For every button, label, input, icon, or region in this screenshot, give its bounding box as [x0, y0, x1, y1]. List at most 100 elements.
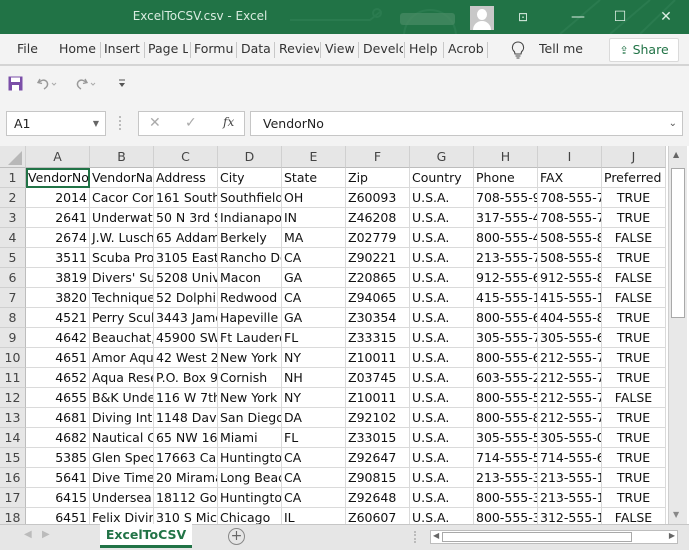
cell[interactable]: 2014 [26, 188, 90, 208]
row-header[interactable]: 17 [0, 488, 26, 508]
redo-icon[interactable] [75, 76, 97, 91]
row-header[interactable]: 11 [0, 368, 26, 388]
row-header[interactable]: 8 [0, 308, 26, 328]
cell[interactable]: Huntingto [218, 488, 282, 508]
cell[interactable]: Z46208 [346, 208, 410, 228]
cell[interactable]: 312-555-15 [538, 508, 602, 524]
cell[interactable]: 52 Dolphin [154, 288, 218, 308]
cell[interactable]: Divers' Su [90, 268, 154, 288]
cell[interactable]: 912-555-84 [538, 268, 602, 288]
cell[interactable]: TRUE [602, 308, 666, 328]
cell[interactable]: 5208 Unive [154, 268, 218, 288]
cell[interactable]: NY [282, 348, 346, 368]
cell[interactable]: Z92648 [346, 488, 410, 508]
cell[interactable]: 305-555-72 [474, 328, 538, 348]
cell[interactable]: 213-555-13 [538, 488, 602, 508]
cell[interactable]: 4655 [26, 388, 90, 408]
cell[interactable]: Southfield [218, 188, 282, 208]
cell[interactable]: Z90221 [346, 248, 410, 268]
cell[interactable]: VendorName [90, 168, 154, 188]
name-box[interactable]: A1 ▼ [6, 111, 106, 136]
cell[interactable]: Z92102 [346, 408, 410, 428]
cell[interactable]: 213-555-13 [538, 468, 602, 488]
cell[interactable]: 3105 East [154, 248, 218, 268]
cell[interactable]: TRUE [602, 208, 666, 228]
row-header[interactable]: 10 [0, 348, 26, 368]
vertical-scrollbar[interactable]: ▲ ▼ [668, 146, 687, 524]
cell[interactable]: 415-555-14 [474, 288, 538, 308]
cell[interactable]: Z03745 [346, 368, 410, 388]
cell[interactable]: U.S.A. [410, 228, 474, 248]
cell[interactable]: 3511 [26, 248, 90, 268]
cell[interactable]: U.S.A. [410, 408, 474, 428]
cell[interactable]: 305-555-02 [538, 428, 602, 448]
cell[interactable]: U.S.A. [410, 308, 474, 328]
tab-help[interactable]: Help [409, 34, 441, 64]
cell[interactable]: OH [282, 188, 346, 208]
cell[interactable]: Techniques [90, 288, 154, 308]
cell[interactable]: Indianapo [218, 208, 282, 228]
cell[interactable]: Cacor Corp [90, 188, 154, 208]
cell[interactable]: New York [218, 388, 282, 408]
cell[interactable]: Dive Time [90, 468, 154, 488]
cell[interactable]: Z92647 [346, 448, 410, 468]
cell[interactable]: U.S.A. [410, 508, 474, 524]
cell[interactable]: TRUE [602, 408, 666, 428]
cell[interactable]: 305-555-55 [474, 428, 538, 448]
cell[interactable]: 213-555-37 [474, 468, 538, 488]
cell[interactable]: 4652 [26, 368, 90, 388]
cell[interactable]: 404-555-82 [538, 308, 602, 328]
cancel-icon[interactable]: ✕ [149, 115, 161, 131]
cell[interactable]: 6415 [26, 488, 90, 508]
cell[interactable]: 2674 [26, 228, 90, 248]
next-sheet-icon[interactable]: ▶ [42, 529, 50, 540]
cell[interactable]: Diving Inte [90, 408, 154, 428]
scroll-right-icon[interactable]: ▶ [669, 531, 675, 540]
cell[interactable]: 212-555-72 [538, 348, 602, 368]
cell[interactable]: 3443 Jame [154, 308, 218, 328]
cell[interactable]: FALSE [602, 288, 666, 308]
cell[interactable]: FALSE [602, 228, 666, 248]
cell[interactable]: Z02779 [346, 228, 410, 248]
cell[interactable]: 714-555-51 [474, 448, 538, 468]
cell[interactable]: CA [282, 488, 346, 508]
cell[interactable]: 4682 [26, 428, 90, 448]
cell[interactable]: Scuba Pro [90, 248, 154, 268]
tab-formulas[interactable]: Formu [194, 34, 234, 64]
cell[interactable]: TRUE [602, 248, 666, 268]
cell[interactable]: IL [282, 508, 346, 524]
select-all-corner[interactable] [0, 146, 26, 168]
cell[interactable]: Perry Scub [90, 308, 154, 328]
cell[interactable]: 18112 Got [154, 488, 218, 508]
cell[interactable]: 508-555-89 [538, 228, 602, 248]
cell[interactable]: Felix Divir [90, 508, 154, 524]
cell[interactable]: 20 Mirama [154, 468, 218, 488]
cell[interactable]: San Diego [218, 408, 282, 428]
tab-review[interactable]: Reviev [279, 34, 319, 64]
add-sheet-button[interactable]: + [228, 528, 245, 545]
share-button[interactable]: ⇪ Share [609, 38, 679, 62]
cell[interactable]: B&K Unde [90, 388, 154, 408]
column-header-d[interactable]: D [218, 146, 282, 168]
cell[interactable]: Glen Spec [90, 448, 154, 468]
cell[interactable]: NY [282, 388, 346, 408]
cell[interactable]: FALSE [602, 508, 666, 524]
column-header-e[interactable]: E [282, 146, 346, 168]
save-icon[interactable] [8, 76, 23, 91]
column-header-b[interactable]: B [90, 146, 154, 168]
sheet-tab-exceltocsv[interactable]: ExcelToCSV [100, 524, 192, 548]
cell[interactable]: State [282, 168, 346, 188]
cell[interactable]: 4681 [26, 408, 90, 428]
scroll-left-icon[interactable]: ◀ [433, 531, 439, 540]
cell[interactable]: Ft Lauderd [218, 328, 282, 348]
cell[interactable]: 415-555-12 [538, 288, 602, 308]
cell[interactable]: Address [154, 168, 218, 188]
cell[interactable]: Huntingto [218, 448, 282, 468]
vertical-scroll-thumb[interactable] [671, 168, 685, 318]
cell[interactable]: 800-555-47 [474, 228, 538, 248]
cell[interactable]: 50 N 3rd S [154, 208, 218, 228]
row-header[interactable]: 5 [0, 248, 26, 268]
cell[interactable]: TRUE [602, 328, 666, 348]
cell[interactable]: 213-555-78 [474, 248, 538, 268]
cell[interactable]: 161 South [154, 188, 218, 208]
